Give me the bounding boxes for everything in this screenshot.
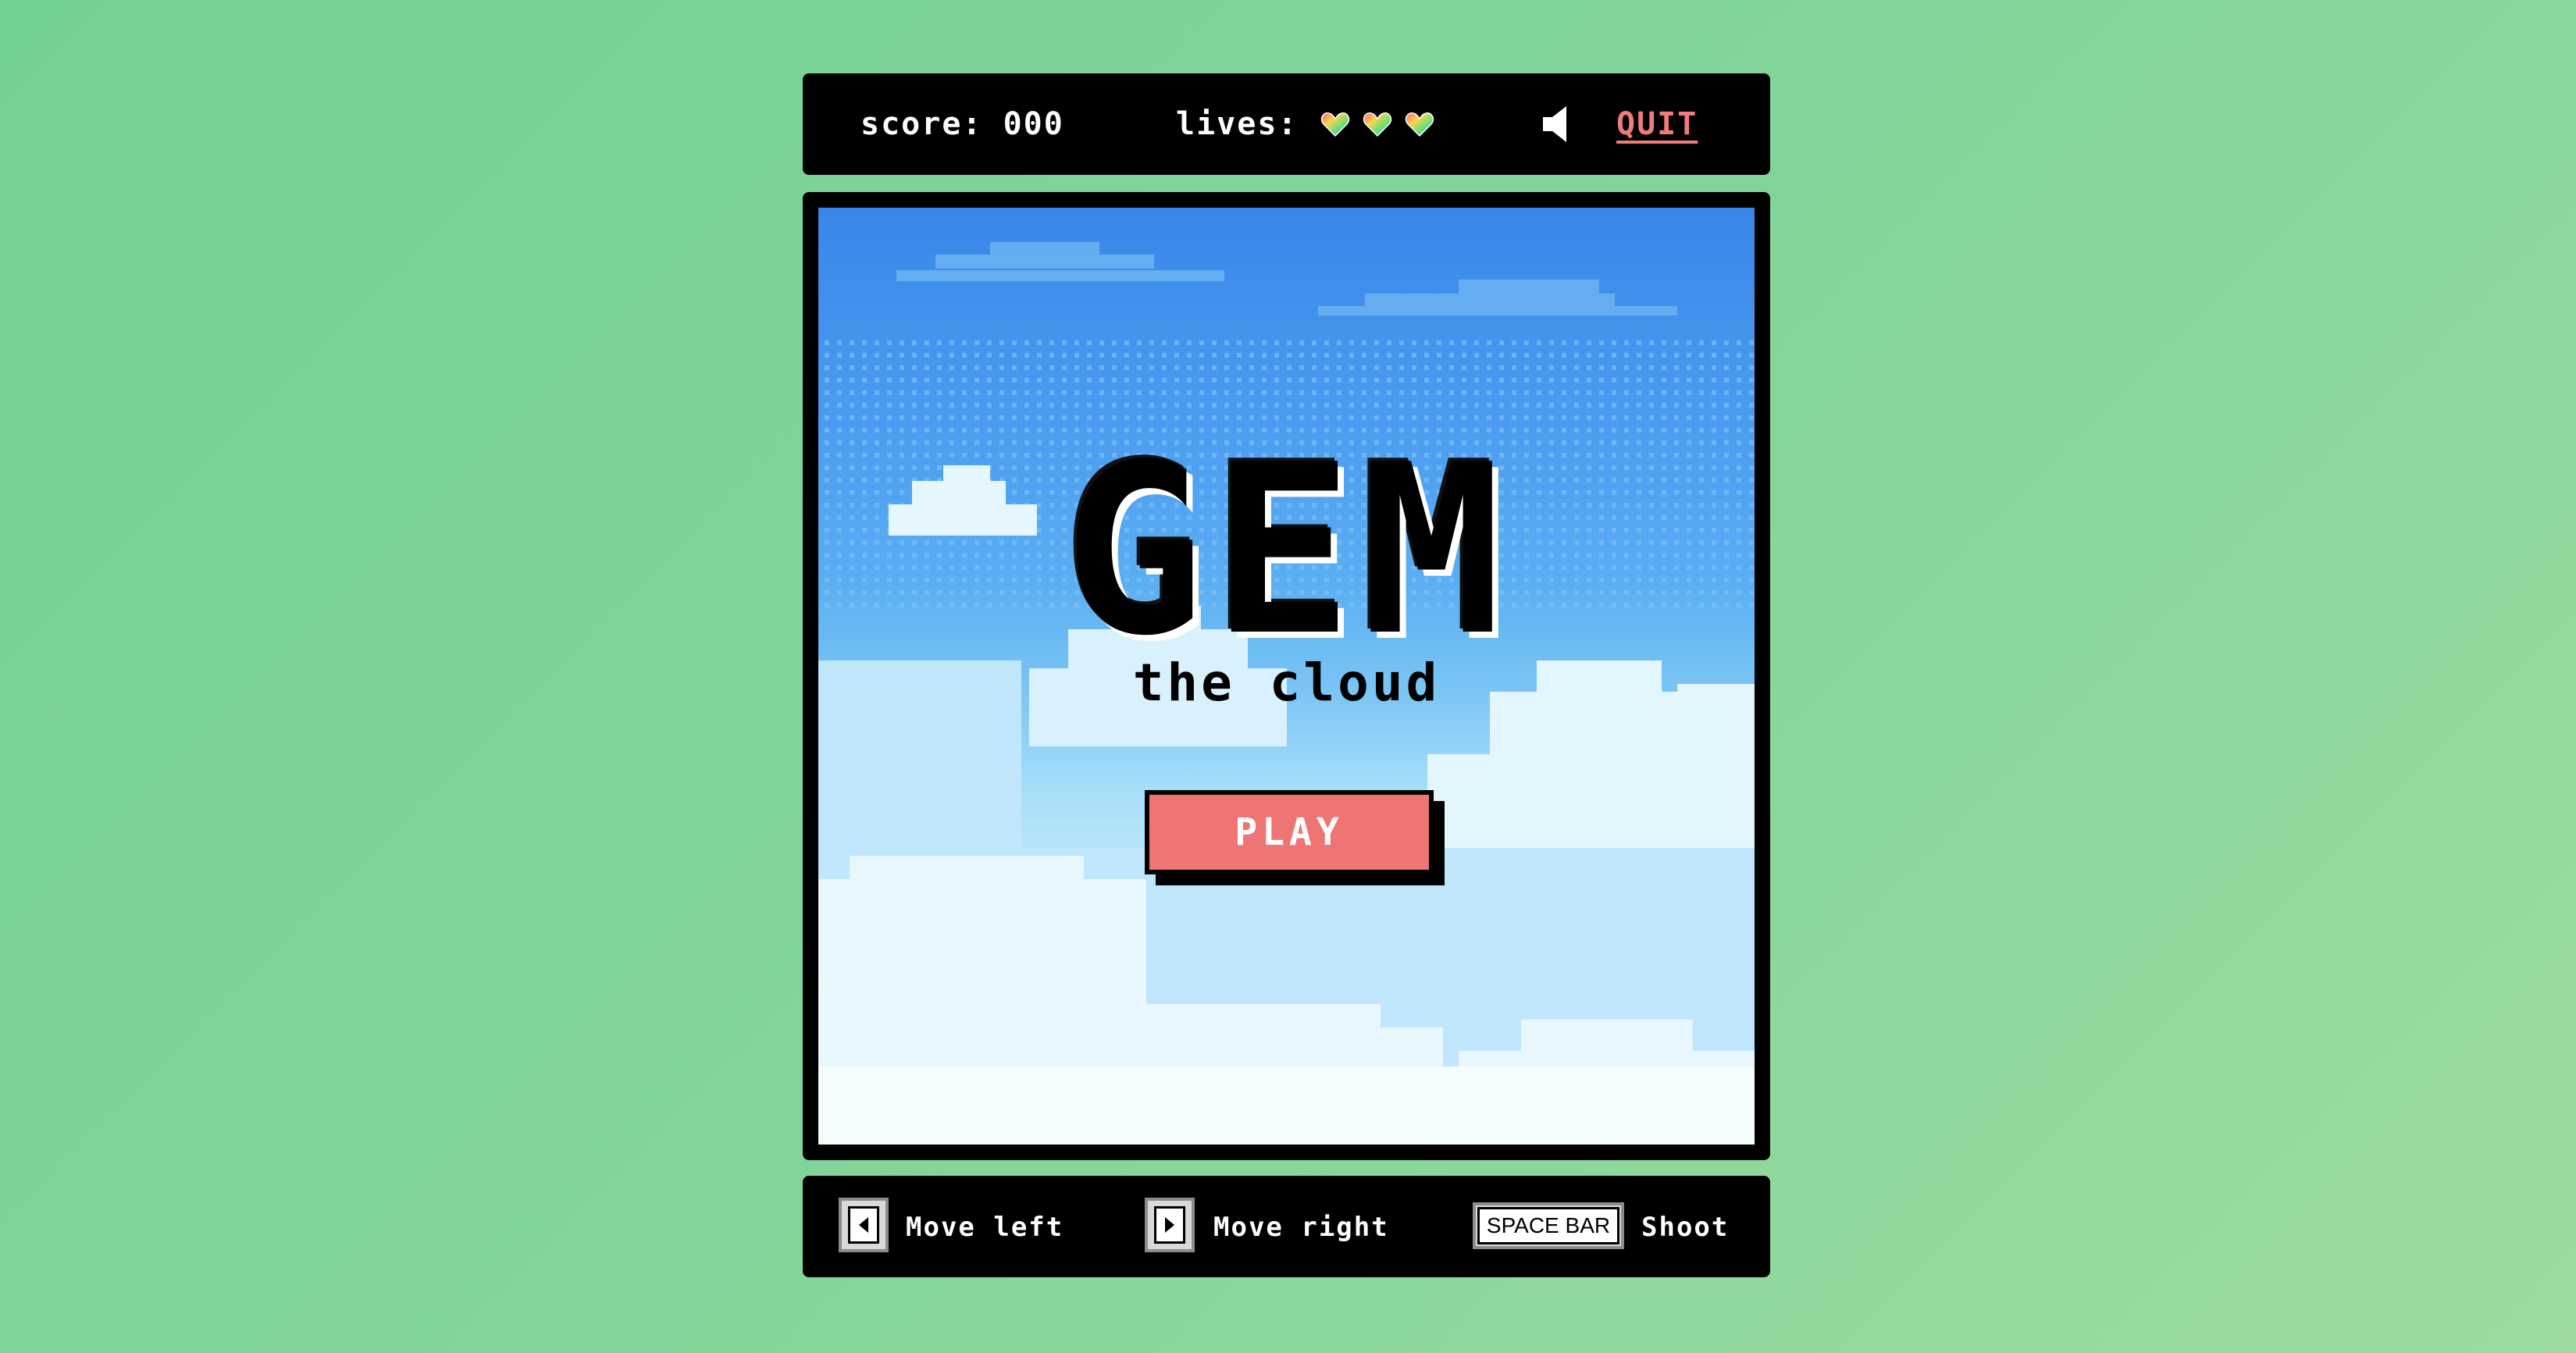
rainbow-heart-icon xyxy=(1363,111,1392,137)
rainbow-heart-icon xyxy=(1405,111,1434,137)
space-bar-key-icon: SPACE BAR xyxy=(1473,1202,1624,1249)
quit-button[interactable]: QUIT xyxy=(1616,106,1698,142)
game-title: GEM xyxy=(1063,415,1510,687)
game-subtitle: the cloud xyxy=(1132,653,1441,713)
score-label: score: xyxy=(860,106,983,142)
arrow-left-key-icon xyxy=(839,1198,889,1252)
arrow-right-key-icon xyxy=(1145,1198,1195,1252)
move-left-label: Move left xyxy=(906,1212,1064,1243)
shoot-label: Shoot xyxy=(1641,1212,1730,1243)
lives-display: lives: xyxy=(1176,106,1434,142)
controls-legend: Move left Move right SPACE BAR Shoot xyxy=(803,1176,1770,1277)
score-display: score: 000 xyxy=(860,106,1064,142)
lives-label: lives: xyxy=(1176,106,1299,142)
move-right-label: Move right xyxy=(1213,1212,1389,1243)
space-bar-label: SPACE BAR xyxy=(1477,1207,1619,1244)
play-button[interactable]: PLAY xyxy=(1145,790,1434,874)
hud-bar: score: 000 lives: QUIT xyxy=(803,73,1770,175)
game-frame: GEM the cloud PLAY xyxy=(803,192,1770,1160)
lives-hearts xyxy=(1320,111,1434,137)
game-screen[interactable]: GEM the cloud PLAY xyxy=(818,208,1755,1145)
score-value: 000 xyxy=(1003,106,1064,142)
rainbow-heart-icon xyxy=(1320,111,1350,137)
speaker-icon[interactable] xyxy=(1540,103,1582,145)
